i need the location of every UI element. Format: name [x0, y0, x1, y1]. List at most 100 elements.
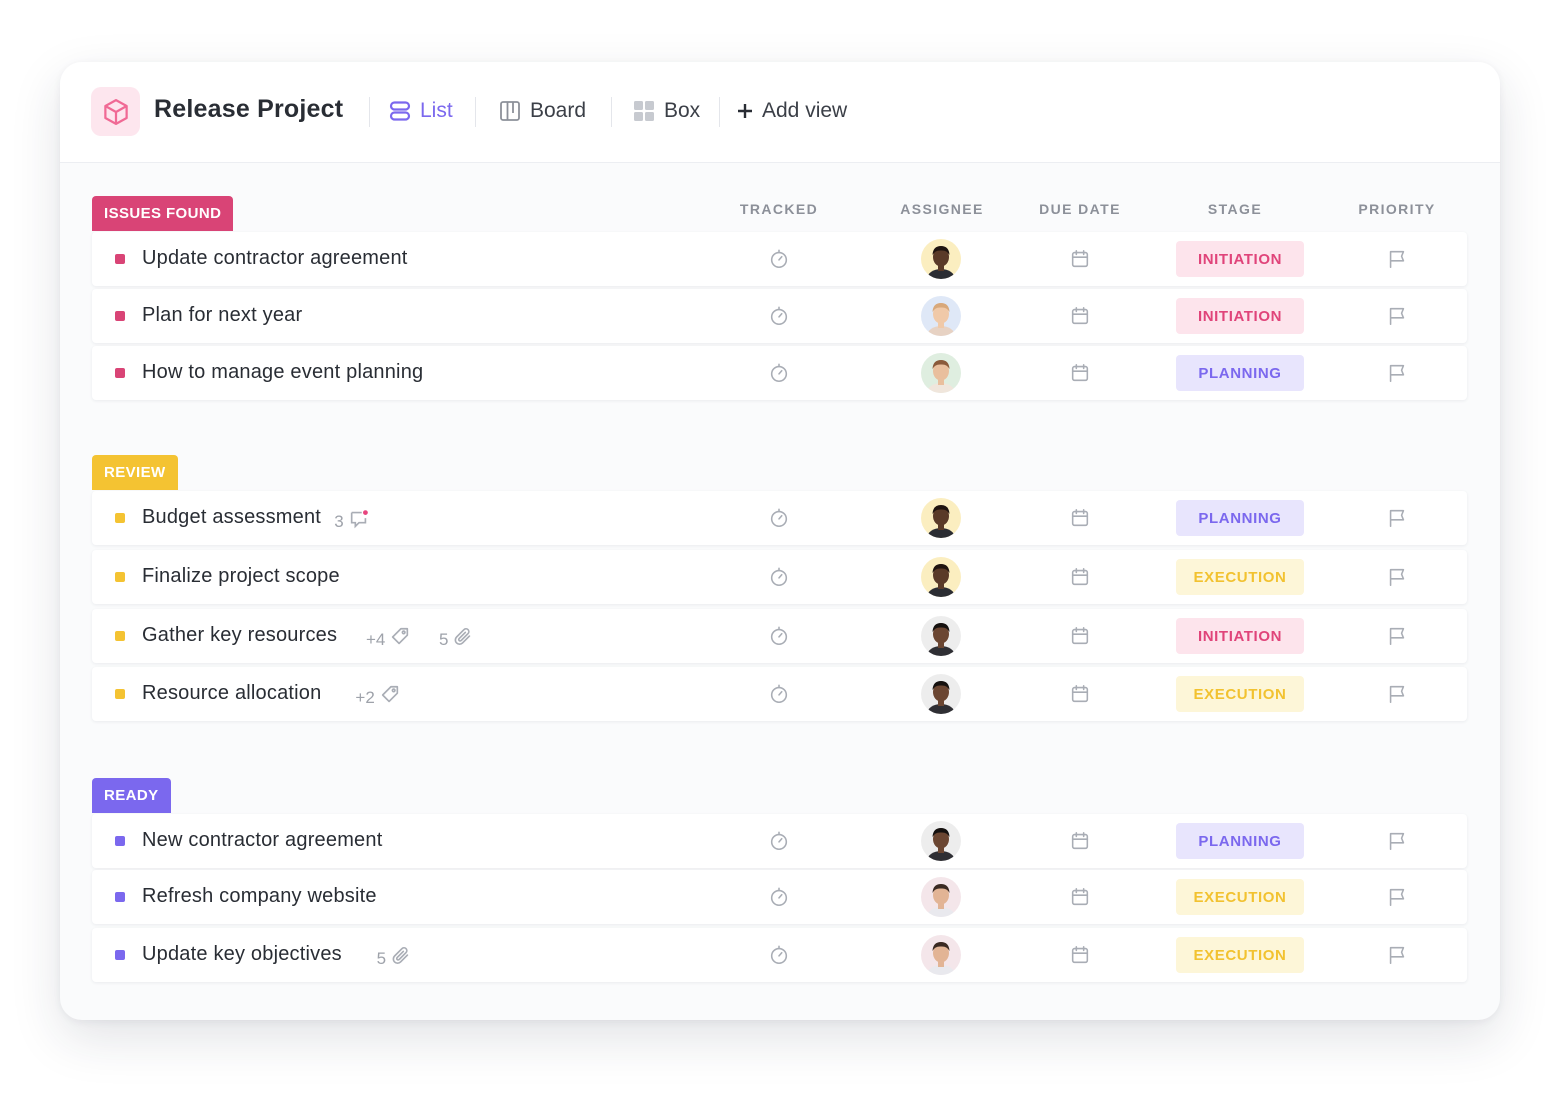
task-row[interactable]: Update key objectives 5 EXECUTION: [92, 928, 1467, 982]
avatar-man-1[interactable]: [921, 557, 961, 597]
status-dot[interactable]: [115, 368, 125, 378]
add-view-button[interactable]: Add view: [736, 96, 847, 126]
flag-icon[interactable]: [1386, 944, 1408, 971]
task-row[interactable]: Plan for next year INITIATION: [92, 289, 1467, 343]
task-row[interactable]: How to manage event planning PLANNING: [92, 346, 1467, 400]
task-name[interactable]: Refresh company website: [142, 885, 377, 908]
timer-icon[interactable]: [768, 830, 790, 857]
avatar-man-3[interactable]: [921, 935, 961, 975]
stage-badge[interactable]: PLANNING: [1176, 823, 1304, 859]
timer-icon[interactable]: [768, 362, 790, 389]
stage-badge[interactable]: EXECUTION: [1176, 937, 1304, 973]
calendar-icon[interactable]: [1069, 830, 1091, 857]
attachment-count[interactable]: 5: [439, 626, 474, 653]
status-dot[interactable]: [115, 254, 125, 264]
flag-icon[interactable]: [1386, 886, 1408, 913]
calendar-icon[interactable]: [1069, 362, 1091, 389]
status-dot[interactable]: [115, 311, 125, 321]
calendar-icon[interactable]: [1069, 683, 1091, 710]
plus-icon: [738, 104, 752, 118]
flag-icon[interactable]: [1386, 248, 1408, 275]
task-row[interactable]: New contractor agreement PLANNING: [92, 814, 1467, 868]
calendar-icon[interactable]: [1069, 248, 1091, 275]
timer-icon[interactable]: [768, 507, 790, 534]
cube-icon[interactable]: [91, 87, 140, 136]
avatar-woman-1[interactable]: [921, 296, 961, 336]
tag-count[interactable]: +2: [355, 684, 400, 711]
group-label[interactable]: READY: [92, 778, 171, 813]
flag-icon[interactable]: [1386, 625, 1408, 652]
status-dot[interactable]: [115, 950, 125, 960]
stage-badge[interactable]: INITIATION: [1176, 298, 1304, 334]
avatar-man-1[interactable]: [921, 498, 961, 538]
task-row[interactable]: Resource allocation +2 EXECUTION: [92, 667, 1467, 721]
task-name[interactable]: Update key objectives: [142, 943, 342, 966]
task-row[interactable]: Refresh company website EXECUTION: [92, 870, 1467, 924]
column-header-tracked[interactable]: TRACKED: [709, 201, 849, 217]
timer-icon[interactable]: [768, 886, 790, 913]
task-name[interactable]: Update contractor agreement: [142, 247, 408, 270]
status-dot[interactable]: [115, 689, 125, 699]
task-name[interactable]: Finalize project scope: [142, 565, 340, 588]
flag-icon[interactable]: [1386, 305, 1408, 332]
task-row[interactable]: Update contractor agreement INITIATION: [92, 232, 1467, 286]
task-name[interactable]: Budget assessment: [142, 506, 321, 529]
task-name[interactable]: Gather key resources: [142, 624, 337, 647]
flag-icon[interactable]: [1386, 362, 1408, 389]
stage-badge[interactable]: INITIATION: [1176, 618, 1304, 654]
stage-badge[interactable]: PLANNING: [1176, 500, 1304, 536]
timer-icon[interactable]: [768, 305, 790, 332]
task-name[interactable]: New contractor agreement: [142, 829, 382, 852]
timer-icon[interactable]: [768, 625, 790, 652]
tag-count[interactable]: +4: [366, 626, 411, 653]
calendar-icon[interactable]: [1069, 507, 1091, 534]
status-dot[interactable]: [115, 836, 125, 846]
column-header-priority[interactable]: PRIORITY: [1327, 201, 1467, 217]
tab-board[interactable]: Board: [498, 96, 586, 126]
tab-list[interactable]: List: [388, 96, 453, 126]
avatar-man-2[interactable]: [921, 674, 961, 714]
column-header-stage[interactable]: STAGE: [1165, 201, 1305, 217]
timer-icon[interactable]: [768, 944, 790, 971]
column-header-due-date[interactable]: DUE DATE: [1010, 201, 1150, 217]
status-dot[interactable]: [115, 892, 125, 902]
timer-icon[interactable]: [768, 566, 790, 593]
task-row[interactable]: Gather key resources +4 5 INITIATION: [92, 609, 1467, 663]
timer-icon[interactable]: [768, 248, 790, 275]
task-name[interactable]: Resource allocation: [142, 682, 321, 705]
stage-badge[interactable]: EXECUTION: [1176, 879, 1304, 915]
calendar-icon[interactable]: [1069, 305, 1091, 332]
attachment-count[interactable]: 5: [377, 945, 412, 972]
tab-box[interactable]: Box: [632, 96, 700, 126]
task-name[interactable]: Plan for next year: [142, 304, 302, 327]
avatar-man-2[interactable]: [921, 821, 961, 861]
flag-icon[interactable]: [1386, 566, 1408, 593]
task-row[interactable]: Budget assessment 3 PLANNING: [92, 491, 1467, 545]
timer-icon[interactable]: [768, 683, 790, 710]
comment-count[interactable]: 3: [334, 508, 369, 535]
flag-icon[interactable]: [1386, 683, 1408, 710]
calendar-icon[interactable]: [1069, 886, 1091, 913]
flag-icon[interactable]: [1386, 830, 1408, 857]
flag-icon[interactable]: [1386, 507, 1408, 534]
group-label[interactable]: ISSUES FOUND: [92, 196, 234, 231]
task-name[interactable]: How to manage event planning: [142, 361, 423, 384]
attachment-count-value: 5: [439, 629, 449, 649]
task-row[interactable]: Finalize project scope EXECUTION: [92, 550, 1467, 604]
calendar-icon[interactable]: [1069, 566, 1091, 593]
column-header-assignee[interactable]: ASSIGNEE: [872, 201, 1012, 217]
calendar-icon[interactable]: [1069, 944, 1091, 971]
stage-badge[interactable]: INITIATION: [1176, 241, 1304, 277]
avatar-man-3[interactable]: [921, 877, 961, 917]
status-dot[interactable]: [115, 572, 125, 582]
status-dot[interactable]: [115, 513, 125, 523]
avatar-man-2[interactable]: [921, 616, 961, 656]
group-label[interactable]: REVIEW: [92, 455, 178, 490]
stage-badge[interactable]: EXECUTION: [1176, 559, 1304, 595]
stage-badge[interactable]: PLANNING: [1176, 355, 1304, 391]
status-dot[interactable]: [115, 631, 125, 641]
avatar-man-1[interactable]: [921, 239, 961, 279]
calendar-icon[interactable]: [1069, 625, 1091, 652]
stage-badge[interactable]: EXECUTION: [1176, 676, 1304, 712]
avatar-woman-2[interactable]: [921, 353, 961, 393]
